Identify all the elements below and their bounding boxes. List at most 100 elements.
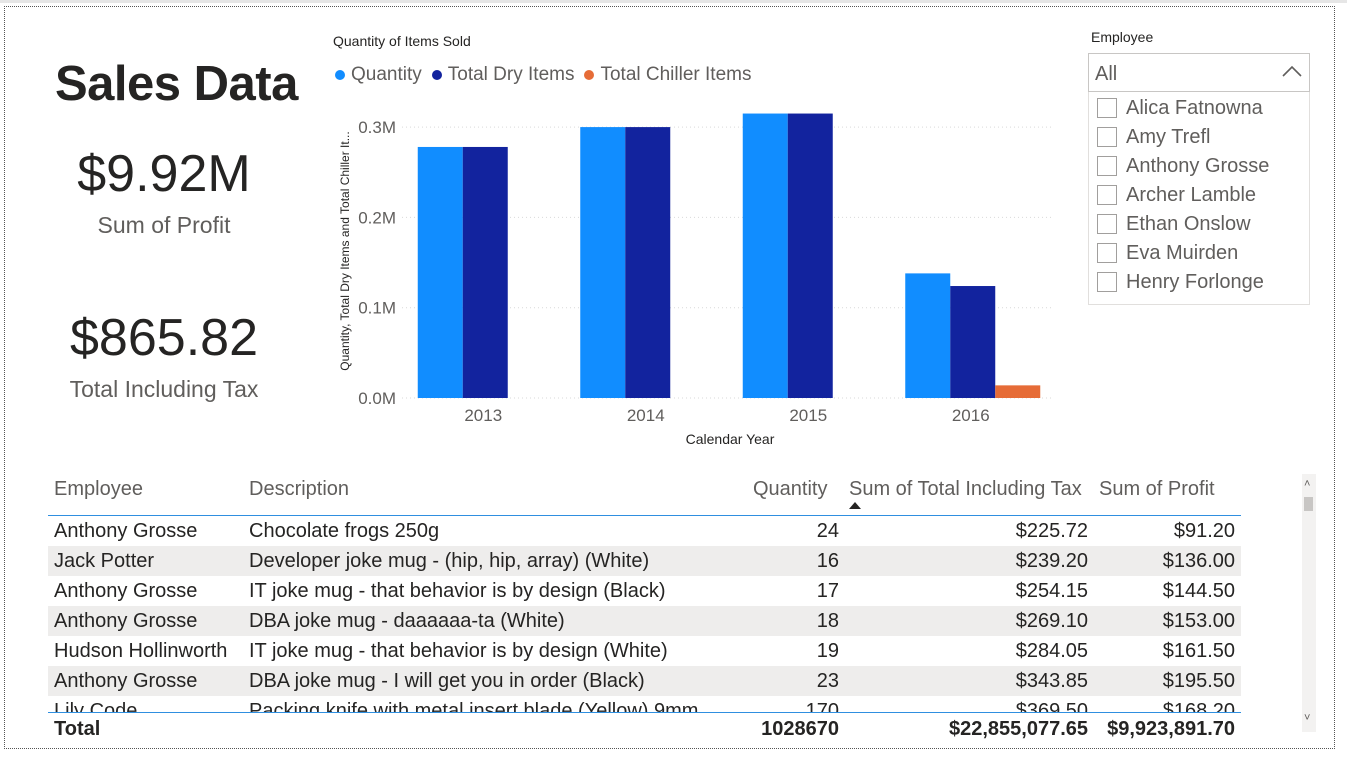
table-scrollbar[interactable] — [1302, 474, 1316, 732]
legend-dot-icon — [431, 70, 442, 80]
cell-description: DBA joke mug - daaaaaa-ta (White) — [249, 610, 565, 632]
column-header-employee[interactable]: Employee — [54, 478, 143, 501]
slicer-item-label: Archer Lamble — [1126, 183, 1257, 206]
slicer-dropdown[interactable]: All — [1088, 53, 1310, 92]
kpi-total-tax-label: Total Including Tax — [69, 376, 259, 402]
total-incl-tax: $22,855,077.65 — [948, 718, 1088, 740]
bar-total-dry-items-2015[interactable] — [787, 113, 833, 398]
cell-quantity: 23 — [816, 670, 839, 692]
y-tick-label: 0.0M — [358, 389, 396, 408]
cell-total-incl-tax: $225.72 — [1015, 520, 1088, 542]
column-header-profit[interactable]: Sum of Profit — [1099, 478, 1215, 501]
legend-item-quantity[interactable]: Quantity — [335, 64, 422, 86]
cell-employee: Hudson Hollinworth — [54, 640, 228, 662]
legend-label: Quantity — [351, 64, 422, 85]
bar-total-dry-items-2013[interactable] — [462, 146, 508, 398]
bar-chart: 0.0M 0.1M 0.2M 0.3M 2013 2014 2015 2016 — [358, 113, 1052, 425]
scroll-down-icon[interactable]: ˅ — [1304, 712, 1310, 724]
bar-quantity-2015[interactable] — [742, 113, 788, 398]
table-row[interactable]: Anthony Grosse DBA joke mug - I will get … — [48, 666, 1241, 696]
cell-quantity: 17 — [816, 580, 839, 602]
y-tick-label: 0.3M — [358, 118, 396, 137]
cell-total-incl-tax: $254.15 — [1015, 580, 1088, 602]
scrollbar-thumb[interactable] — [1304, 497, 1313, 511]
total-label: Total — [54, 718, 101, 740]
table-row[interactable]: Hudson Hollinworth IT joke mug - that beh… — [48, 636, 1241, 666]
slicer-item[interactable]: Alica Fatnowna — [1097, 95, 1263, 121]
slicer-item-label: Eva Muirden — [1126, 241, 1239, 264]
cell-employee: Jack Potter — [54, 550, 155, 572]
checkbox-icon[interactable] — [1097, 214, 1117, 234]
slicer-item[interactable]: Ethan Onslow — [1097, 211, 1251, 237]
bar-quantity-2014[interactable] — [580, 127, 626, 398]
table-row[interactable]: Anthony Grosse Chocolate frogs 250g 24 $225… — [48, 516, 1241, 546]
cell-employee: Anthony Grosse — [54, 520, 198, 542]
column-header-total-incl-tax[interactable]: Sum of Total Including Tax — [849, 478, 1082, 501]
cell-total-incl-tax: $369.50 — [1015, 700, 1088, 712]
slicer-item[interactable]: Amy Trefl — [1097, 124, 1210, 150]
slicer-item[interactable]: Anthony Grosse — [1097, 153, 1269, 179]
cell-quantity: 16 — [816, 550, 839, 572]
total-quantity: 1028670 — [761, 718, 839, 740]
cell-employee: Anthony Grosse — [54, 670, 198, 692]
column-header-description[interactable]: Description — [249, 478, 349, 501]
total-divider — [48, 712, 1241, 713]
bar-quantity-2013[interactable] — [417, 146, 463, 398]
y-tick-label: 0.2M — [358, 208, 396, 227]
cell-employee: Anthony Grosse — [54, 580, 198, 602]
y-tick-label: 0.1M — [358, 299, 396, 318]
table-total-row: Total 1028670 $22,855,077.65 $9,923,891.… — [48, 714, 1241, 744]
cell-employee: Lily Code — [54, 700, 138, 712]
table-row[interactable]: Lily Code Packing knife with metal insert… — [48, 696, 1241, 712]
kpi-profit-value[interactable]: $9.92M — [34, 144, 294, 204]
cell-employee: Anthony Grosse — [54, 610, 198, 632]
bar-total-dry-items-2014[interactable] — [625, 127, 671, 398]
kpi-total-tax-value[interactable]: $865.82 — [34, 308, 294, 368]
checkbox-icon[interactable] — [1097, 127, 1117, 147]
chevron-up-icon[interactable] — [1281, 63, 1303, 84]
slicer-item[interactable]: Eva Muirden — [1097, 240, 1238, 266]
top-border — [0, 0, 1347, 3]
bar-total-chiller-items-2016[interactable] — [995, 385, 1041, 398]
cell-profit: $144.50 — [1162, 580, 1235, 602]
checkbox-icon[interactable] — [1097, 156, 1117, 176]
cell-description: Chocolate frogs 250g — [249, 520, 440, 542]
table-row[interactable]: Jack Potter Developer joke mug - (hip, hi… — [48, 546, 1241, 576]
slicer-item[interactable]: Henry Forlonge — [1097, 269, 1264, 295]
slicer-item[interactable]: Archer Lamble — [1097, 182, 1256, 208]
slicer-title: Employee — [1091, 29, 1154, 45]
table-row[interactable]: Anthony Grosse DBA joke mug - daaaaaa-ta … — [48, 606, 1241, 636]
cell-profit: $195.50 — [1162, 670, 1235, 692]
x-tick-label: 2013 — [464, 406, 502, 425]
chart-legend: Quantity Total Dry Items Total Chiller I… — [335, 64, 761, 86]
cell-profit: $168.20 — [1162, 700, 1235, 712]
cell-total-incl-tax: $343.85 — [1015, 670, 1088, 692]
cell-description: Developer joke mug - (hip, hip, array) (… — [249, 550, 650, 572]
cell-quantity: 19 — [816, 640, 839, 662]
checkbox-icon[interactable] — [1097, 98, 1117, 118]
slicer-item-label: Ethan Onslow — [1126, 212, 1251, 235]
column-header-quantity[interactable]: Quantity — [753, 478, 827, 501]
bar-quantity-2016[interactable] — [905, 273, 951, 398]
x-tick-label: 2014 — [627, 406, 665, 425]
table-body: Anthony Grosse Chocolate frogs 250g 24 $225… — [0, 516, 1347, 712]
x-tick-label: 2016 — [952, 406, 990, 425]
checkbox-icon[interactable] — [1097, 272, 1117, 292]
legend-item-chiller-items[interactable]: Total Chiller Items — [584, 64, 751, 86]
legend-label: Total Dry Items — [447, 64, 575, 85]
checkbox-icon[interactable] — [1097, 185, 1117, 205]
cell-quantity: 18 — [816, 610, 839, 632]
scroll-up-icon[interactable]: ˄ — [1304, 478, 1310, 490]
bar-total-dry-items-2016[interactable] — [950, 286, 996, 398]
sort-ascending-icon[interactable] — [849, 502, 861, 509]
cell-description: DBA joke mug - I will get you in order (… — [249, 670, 645, 692]
slicer-item-label: Amy Trefl — [1126, 125, 1211, 148]
legend-item-dry-items[interactable]: Total Dry Items — [431, 64, 575, 86]
legend-dot-icon — [335, 70, 345, 80]
slicer-item-label: Henry Forlonge — [1126, 270, 1264, 293]
table-row[interactable]: Anthony Grosse IT joke mug - that behavio… — [48, 576, 1241, 606]
kpi-profit-label: Sum of Profit — [97, 212, 231, 238]
legend-label: Total Chiller Items — [600, 64, 752, 85]
checkbox-icon[interactable] — [1097, 243, 1117, 263]
cell-profit: $136.00 — [1162, 550, 1235, 572]
